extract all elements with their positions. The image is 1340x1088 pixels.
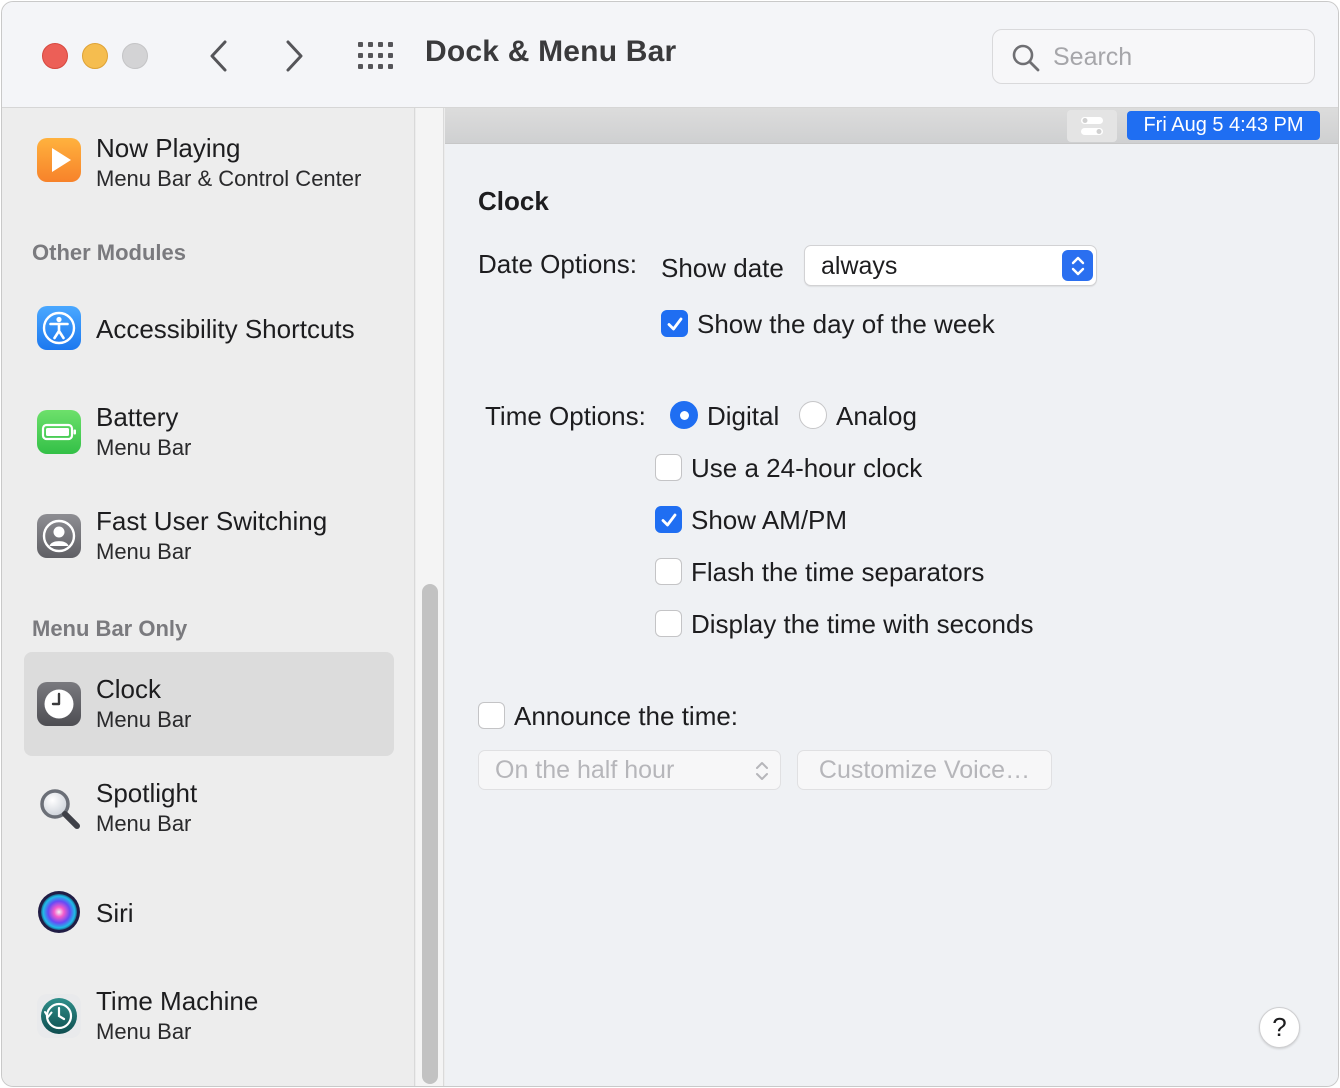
close-window-button[interactable] bbox=[42, 43, 68, 69]
show-day-of-week-label: Show the day of the week bbox=[697, 309, 995, 339]
other-modules-header: Other Modules bbox=[32, 240, 187, 265]
forward-button[interactable] bbox=[274, 36, 314, 76]
show-seconds-label: Display the time with seconds bbox=[691, 609, 1034, 639]
show-date-label: Show date bbox=[661, 253, 784, 283]
back-button[interactable] bbox=[199, 36, 239, 76]
sidebar-item-title: Time Machine bbox=[96, 986, 259, 1016]
sidebar-item-clock[interactable]: Clock Menu Bar bbox=[24, 652, 394, 756]
announce-interval-value: On the half hour bbox=[495, 756, 675, 784]
sidebar-item-title: Battery bbox=[96, 402, 179, 432]
title-bar: Dock & Menu Bar bbox=[2, 2, 1338, 108]
show-am-pm-label: Show AM/PM bbox=[691, 505, 848, 535]
system-preferences-window: Dock & Menu Bar Now Playing Menu Bar & C… bbox=[1, 1, 1339, 1087]
sidebar-item-title: Siri bbox=[96, 898, 134, 928]
spotlight-icon bbox=[36, 785, 82, 831]
accessibility-icon bbox=[36, 305, 82, 351]
checkmark-icon bbox=[661, 513, 676, 526]
date-options-label: Date Options: bbox=[478, 249, 637, 279]
clock-settings-pane: Fri Aug 5 4:43 PM Clock Date Options: Sh… bbox=[445, 108, 1338, 1086]
show-seconds-checkbox[interactable] bbox=[655, 610, 682, 637]
sidebar-item-title: Clock bbox=[96, 674, 162, 704]
digital-label: Digital bbox=[707, 401, 780, 431]
search-field[interactable] bbox=[992, 29, 1315, 84]
analog-radio[interactable] bbox=[799, 401, 827, 429]
grid-icon bbox=[358, 42, 393, 69]
window-title: Dock & Menu Bar bbox=[425, 35, 677, 68]
sidebar-item-fast-user-switching[interactable]: Fast User Switching Menu Bar bbox=[24, 484, 394, 588]
sidebar-item-now-playing[interactable]: Now Playing Menu Bar & Control Center bbox=[24, 111, 394, 215]
chevron-up-down-icon bbox=[1062, 250, 1093, 281]
sidebar-item-subtitle: Menu Bar bbox=[96, 539, 192, 564]
chevron-right-icon bbox=[286, 40, 303, 72]
menu-bar-preview: Fri Aug 5 4:43 PM bbox=[445, 108, 1338, 144]
sidebar-item-time-machine[interactable]: Time Machine Menu Bar bbox=[24, 964, 394, 1068]
menu-bar-only-header: Menu Bar Only bbox=[32, 616, 188, 641]
show-am-pm-checkbox[interactable] bbox=[655, 506, 682, 533]
clock-icon bbox=[36, 681, 82, 727]
siri-icon bbox=[36, 889, 82, 935]
control-center-icon bbox=[1067, 110, 1117, 142]
sidebar-item-title: Fast User Switching bbox=[96, 506, 328, 536]
analog-label: Analog bbox=[836, 401, 917, 431]
sidebar-item-battery[interactable]: Battery Menu Bar bbox=[24, 380, 394, 484]
sidebar-item-subtitle: Menu Bar bbox=[96, 811, 192, 836]
sidebar-item-title: Now Playing bbox=[96, 133, 241, 163]
checkmark-icon bbox=[667, 317, 682, 330]
sidebar-item-spotlight[interactable]: Spotlight Menu Bar bbox=[24, 756, 394, 860]
battery-icon bbox=[36, 409, 82, 455]
show-day-of-week-checkbox[interactable] bbox=[661, 310, 688, 337]
announce-interval-popup[interactable]: On the half hour bbox=[478, 750, 781, 790]
help-button[interactable]: ? bbox=[1259, 1007, 1300, 1048]
announce-time-checkbox[interactable] bbox=[478, 702, 505, 729]
announce-time-label: Announce the time: bbox=[514, 701, 739, 731]
time-machine-icon bbox=[36, 993, 82, 1039]
chevron-up-down-icon bbox=[756, 762, 768, 780]
sidebar-item-subtitle: Menu Bar bbox=[96, 1019, 192, 1044]
show-all-button[interactable] bbox=[354, 36, 398, 76]
sidebar-scrollbar-thumb[interactable] bbox=[422, 584, 438, 1084]
zoom-window-button[interactable] bbox=[122, 43, 148, 69]
sidebar-item-title: Accessibility Shortcuts bbox=[96, 314, 355, 344]
flash-separators-checkbox[interactable] bbox=[655, 558, 682, 585]
sidebar-item-accessibility-shortcuts[interactable]: Accessibility Shortcuts bbox=[24, 276, 394, 380]
chevron-left-icon bbox=[210, 40, 227, 72]
play-icon bbox=[36, 137, 82, 183]
show-date-popup[interactable]: always bbox=[804, 245, 1097, 286]
sidebar-item-subtitle: Menu Bar bbox=[96, 707, 192, 732]
use-24-hour-checkbox[interactable] bbox=[655, 454, 682, 481]
minimize-window-button[interactable] bbox=[82, 43, 108, 69]
sidebar-item-title: Spotlight bbox=[96, 778, 198, 808]
show-date-value: always bbox=[821, 252, 898, 280]
search-input[interactable] bbox=[1053, 40, 1293, 74]
sidebar-item-subtitle: Menu Bar & Control Center bbox=[96, 166, 362, 191]
search-icon bbox=[1012, 44, 1040, 72]
flash-separators-label: Flash the time separators bbox=[691, 557, 985, 587]
use-24-hour-label: Use a 24-hour clock bbox=[691, 453, 923, 483]
user-icon bbox=[36, 513, 82, 559]
time-options-label: Time Options: bbox=[485, 401, 646, 431]
menu-bar-clock-preview: Fri Aug 5 4:43 PM bbox=[1127, 111, 1320, 140]
sidebar: Now Playing Menu Bar & Control Center Ot… bbox=[2, 108, 415, 1086]
sidebar-item-siri[interactable]: Siri bbox=[24, 860, 394, 964]
sidebar-item-subtitle: Menu Bar bbox=[96, 435, 192, 460]
customize-voice-button[interactable]: Customize Voice… bbox=[797, 750, 1052, 790]
digital-radio[interactable] bbox=[670, 401, 698, 429]
section-title: Clock bbox=[478, 186, 549, 216]
